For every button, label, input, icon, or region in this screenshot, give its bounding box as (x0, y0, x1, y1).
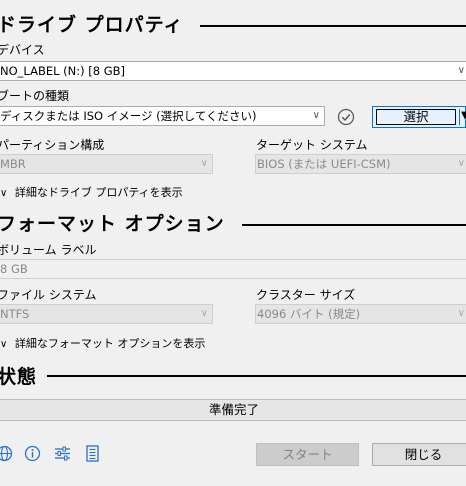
partition-scheme-value: MBR (0, 157, 26, 171)
chevron-down-icon: ∨ (457, 158, 465, 169)
cluster-size-dropdown[interactable]: 4096 バイト (規定) ∨ (255, 304, 466, 324)
volume-label-input[interactable]: 8 GB (0, 259, 466, 279)
status-rule (47, 375, 466, 377)
chevron-down-icon: ∨ (457, 308, 465, 319)
status-text: 準備完了 (208, 402, 259, 417)
chevron-down-icon: ∨ (312, 110, 320, 121)
target-system-value: BIOS (または UEFI-CSM) (257, 157, 391, 171)
select-button-group: 選択 ▼ (372, 106, 466, 128)
boot-type-value: ディスクまたは ISO イメージ (選択してください) (0, 109, 257, 123)
advanced-format-toggle-label: 詳細なフォーマット オプションを表示 (14, 337, 206, 350)
log-icon[interactable] (85, 445, 100, 462)
volume-label-label: ボリューム ラベル (0, 243, 97, 257)
partition-scheme-label: パーティション構成 (0, 138, 105, 152)
close-button[interactable]: 閉じる (372, 443, 466, 466)
drive-properties-heading: ドライブ プロパティ (0, 14, 184, 36)
drive-properties-rule (200, 25, 466, 27)
boot-type-dropdown[interactable]: ディスクまたは ISO イメージ (選択してください) ∨ (0, 106, 325, 126)
filesystem-value: NTFS (0, 307, 30, 321)
split-divider (459, 109, 460, 125)
chevron-down-icon: ∨ (457, 65, 465, 76)
status-heading: 状態 (0, 366, 38, 388)
status-progress-bar: 準備完了 (0, 399, 466, 421)
advanced-format-toggle[interactable]: ∨ 詳細なフォーマット オプションを表示 (0, 335, 205, 351)
globe-icon[interactable] (0, 445, 13, 462)
check-circle-icon[interactable] (337, 108, 355, 126)
filesystem-dropdown[interactable]: NTFS ∨ (0, 304, 213, 324)
target-system-label: ターゲット システム (256, 138, 368, 152)
filesystem-label: ファイル システム (0, 288, 97, 302)
cluster-size-value: 4096 バイト (規定) (257, 307, 361, 321)
chevron-down-icon: ∨ (200, 308, 208, 319)
chevron-down-icon: ∨ (200, 158, 208, 169)
chevron-down-icon: ∨ (0, 188, 8, 199)
format-options-rule (242, 224, 466, 226)
boot-type-label: ブートの種類 (0, 89, 70, 103)
target-system-dropdown[interactable]: BIOS (または UEFI-CSM) ∨ (255, 154, 466, 174)
advanced-drive-toggle-label: 詳細なドライブ プロパティを表示 (14, 186, 183, 199)
cluster-size-label: クラスター サイズ (256, 288, 356, 302)
format-options-heading: フォーマット オプション (0, 213, 225, 235)
start-button[interactable]: スタート (256, 443, 359, 466)
settings-sliders-icon[interactable] (54, 445, 71, 462)
device-dropdown[interactable]: NO_LABEL (N:) [8 GB] ∨ (0, 61, 466, 81)
partition-scheme-dropdown[interactable]: MBR ∨ (0, 154, 213, 174)
select-dropdown-arrow-icon[interactable]: ▼ (461, 110, 466, 121)
chevron-down-icon: ∨ (0, 339, 8, 350)
device-value: NO_LABEL (N:) [8 GB] (0, 64, 126, 78)
info-icon[interactable] (24, 445, 41, 462)
select-button[interactable]: 選択 (376, 109, 456, 125)
device-label: デバイス (0, 43, 45, 57)
advanced-drive-toggle[interactable]: ∨ 詳細なドライブ プロパティを表示 (0, 184, 183, 200)
